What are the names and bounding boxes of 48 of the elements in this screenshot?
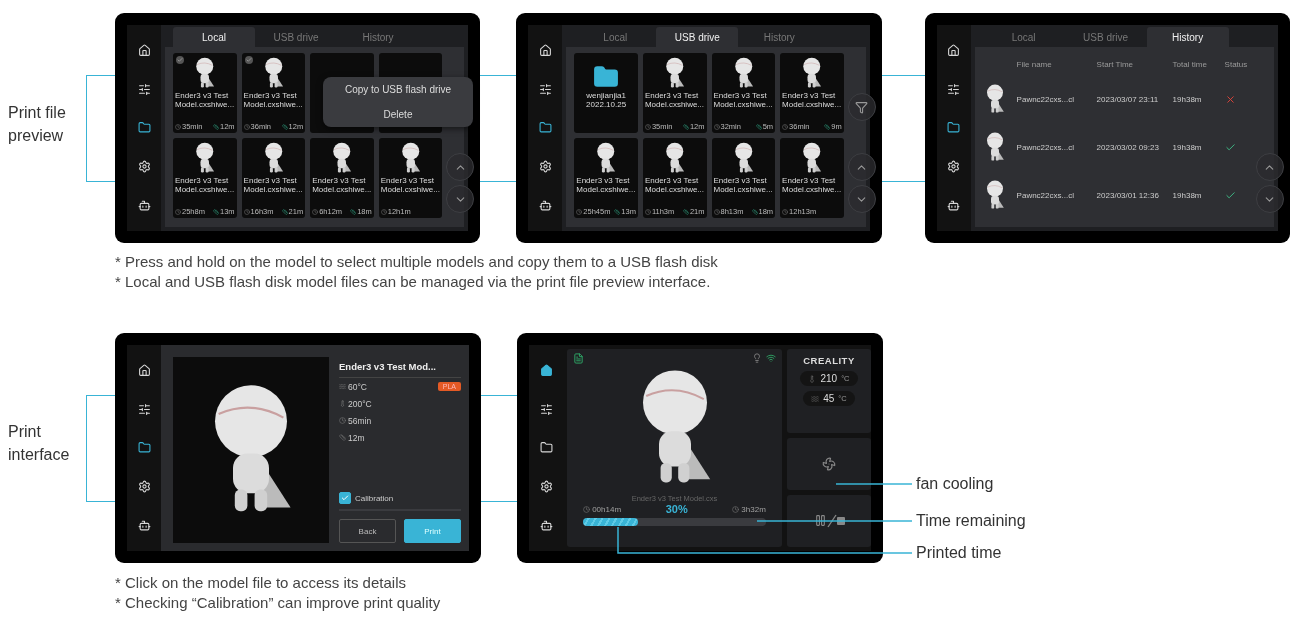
file-name: wenjianjia1 2022.10.25 — [585, 91, 628, 109]
file-name: Ender3 v3 Test Model.cxshiwe... — [644, 176, 705, 194]
note-text: * Press and hold on the model to select multiple models and copy them to a USB flash disk — [115, 252, 719, 272]
file-name: Pawnc22cxs...cl — [1016, 142, 1075, 152]
callout-label: Time remaining — [916, 512, 1026, 530]
note-text: * Local and USB flash disk model files can be managed via the print file preview interface. — [115, 272, 712, 292]
total-time: 19h38m — [1172, 142, 1203, 152]
checkbox-label: Calibration — [355, 493, 394, 503]
column-header: Total time — [1172, 59, 1208, 69]
remaining-time: 3h32m — [741, 504, 766, 514]
note-text: * Checking “Calibration” can improve print quality — [115, 593, 442, 613]
file-name: Pawnc22cxs...cl — [1016, 94, 1075, 104]
callout-label: Printed time — [916, 544, 1002, 562]
column-header: Start Time — [1096, 59, 1135, 69]
progress-percent: 30% — [665, 503, 688, 515]
file-name: Pawnc22cxs...cl — [1016, 190, 1075, 200]
column-header: Status — [1224, 59, 1249, 69]
file-name: Ender3 v3 Test Model.cxshiwe... — [644, 91, 705, 109]
section-label: Print interface — [7, 422, 71, 465]
file-name: Ender3 v3 Test Model.cxshiwe... — [380, 176, 441, 194]
file-name: Ender3 v3 Test Model.cxshiwe... — [243, 91, 304, 109]
file-name: Ender3 v3 Test Model.cxshiwe... — [175, 176, 235, 194]
start-time: 2023/03/07 23:11 — [1096, 94, 1160, 104]
file-name: Ender3 v3 Test Model.cxshiwe... — [243, 176, 304, 194]
file-name: Ender3 v3 Test Model.cxshiwe... — [175, 91, 235, 109]
file-name: Ender3 v3 Test Model.cxshiwe... — [312, 176, 372, 194]
total-time: 19h38m — [1172, 190, 1203, 200]
model-info: 200°C — [348, 398, 372, 409]
column-header: File name — [1016, 59, 1053, 69]
temperature-value: 210 — [820, 373, 838, 384]
model-info: 56min — [348, 415, 372, 426]
file-name: Ender3 v3 Test Model.cxshiwe... — [713, 176, 774, 194]
printed-time: 00h14m — [592, 504, 622, 514]
brand-logo: CREALITY — [803, 355, 855, 366]
model-info: 12m — [348, 432, 365, 443]
total-time: 19h38m — [1172, 94, 1203, 104]
start-time: 2023/03/02 09:23 — [1096, 142, 1160, 152]
model-info: 60°C — [348, 381, 367, 392]
file-name: Ender3 v3 Test Model.cxshiwe... — [576, 176, 636, 194]
model-title: Ender3 v3 Test Mod... — [339, 357, 461, 378]
callout-label: fan cooling — [916, 475, 994, 493]
file-name: Ender3 v3 Test Model.cxshiwe... — [713, 91, 774, 109]
start-time: 2023/03/01 12:36 — [1096, 190, 1160, 200]
section-label: Print file preview — [7, 103, 67, 146]
temperature-value: 45 — [823, 393, 835, 404]
file-name: Ender3 v3 Test Model.cxshiwe... — [782, 176, 842, 194]
file-name: Ender3 v3 Test Model.cxshiwe... — [782, 91, 842, 109]
note-text: * Click on the model file to access its details — [115, 573, 407, 593]
